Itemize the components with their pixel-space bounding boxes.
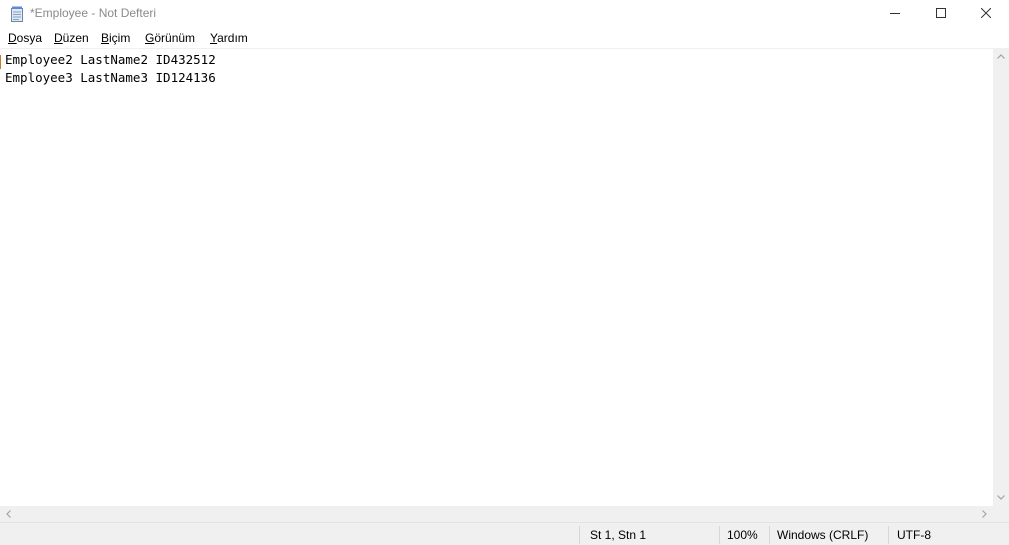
editor-line: Employee3 LastName3 ID124136	[5, 70, 216, 85]
text-editor[interactable]: Employee2 LastName2 ID432512 Employee3 L…	[0, 48, 993, 507]
menu-help[interactable]: Yardım	[210, 31, 248, 45]
scrollbar-corner	[993, 506, 1009, 522]
scroll-up-arrow-icon[interactable]	[993, 48, 1009, 65]
scroll-right-arrow-icon[interactable]	[976, 506, 993, 522]
horizontal-scrollbar[interactable]	[0, 506, 993, 522]
status-bar: St 1, Stn 1 100% Windows (CRLF) UTF-8	[0, 522, 1009, 545]
title-bar[interactable]: *Employee - Not Defteri	[0, 0, 1009, 28]
menu-file[interactable]: Dosya	[8, 31, 42, 45]
status-divider	[888, 526, 889, 544]
scroll-left-arrow-icon[interactable]	[0, 506, 17, 522]
menu-format[interactable]: Biçim	[101, 31, 130, 45]
status-divider	[769, 526, 770, 544]
text-caret	[0, 55, 1, 69]
menu-bar: Dosya Düzen Biçim Görünüm Yardım	[0, 29, 1009, 48]
vertical-scrollbar[interactable]	[993, 48, 1009, 506]
editor-line: Employee2 LastName2 ID432512	[5, 52, 216, 67]
zoom-level: 100%	[727, 528, 758, 542]
scroll-down-arrow-icon[interactable]	[993, 489, 1009, 506]
maximize-button[interactable]	[918, 0, 964, 28]
minimize-icon	[890, 5, 900, 23]
notepad-window: *Employee - Not Defteri Dosya Düzen Biçi…	[0, 0, 1009, 545]
window-title: *Employee - Not Defteri	[30, 6, 157, 20]
encoding: UTF-8	[897, 528, 931, 542]
close-icon	[980, 5, 992, 23]
menu-view[interactable]: Görünüm	[145, 31, 195, 45]
status-divider	[719, 526, 720, 544]
close-button[interactable]	[963, 0, 1009, 28]
line-ending: Windows (CRLF)	[777, 528, 869, 542]
notepad-icon[interactable]	[10, 6, 24, 22]
menu-edit[interactable]: Düzen	[54, 31, 89, 45]
status-divider	[579, 526, 580, 544]
maximize-icon	[936, 5, 946, 23]
minimize-button[interactable]	[872, 0, 918, 28]
cursor-position: St 1, Stn 1	[590, 528, 647, 542]
